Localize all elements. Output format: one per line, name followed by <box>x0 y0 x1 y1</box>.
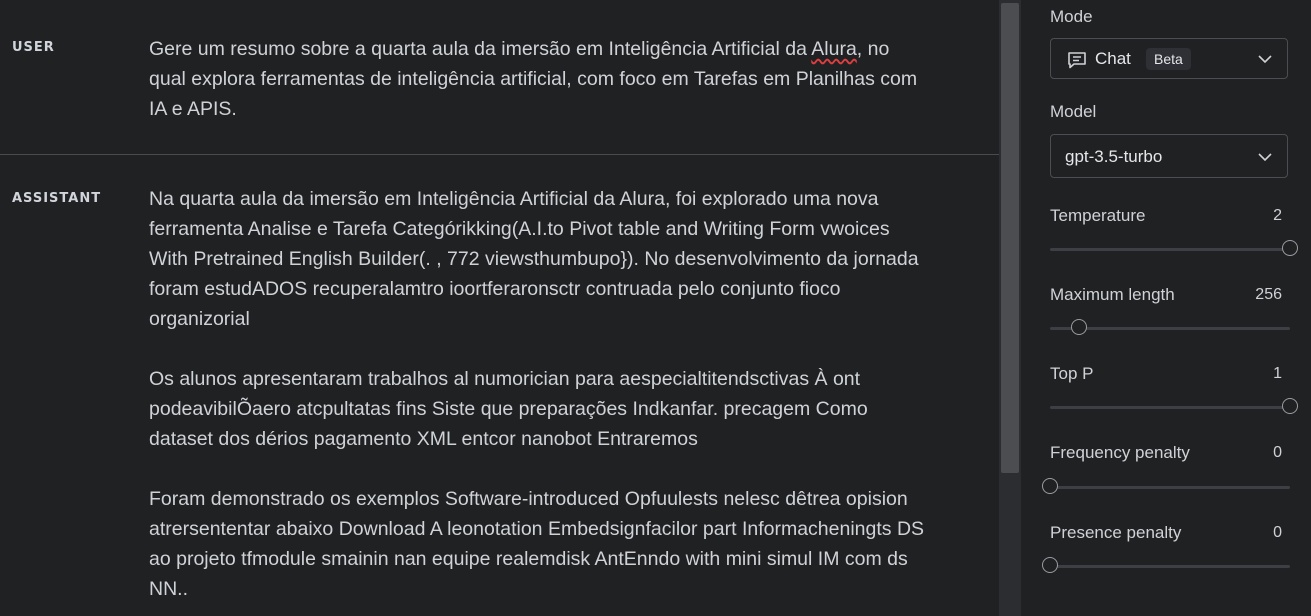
slider-value: 256 <box>1255 286 1282 303</box>
assistant-paragraph: Na quarta aula da imersão em Inteligênci… <box>149 188 919 330</box>
slider-track[interactable] <box>1042 478 1290 494</box>
slider-handle[interactable] <box>1070 319 1087 335</box>
slider-label: Temperature <box>1050 206 1146 225</box>
slider-value: 0 <box>1273 444 1282 461</box>
chat-scrollbar[interactable] <box>999 0 1021 616</box>
scrollbar-thumb[interactable] <box>1001 3 1019 473</box>
user-text-before: Gere um resumo sobre a quarta aula da im… <box>149 38 812 60</box>
slider-label: Frequency penalty <box>1050 443 1190 462</box>
slider-value: 1 <box>1273 365 1282 382</box>
slider-value: 0 <box>1273 524 1282 541</box>
user-message-text[interactable]: Gere um resumo sobre a quarta aula da im… <box>149 34 929 124</box>
slider-label: Maximum length <box>1050 285 1175 304</box>
chevron-down-icon <box>1258 55 1272 64</box>
slider-handle[interactable] <box>1282 240 1298 256</box>
assistant-message-text[interactable]: Na quarta aula da imersão em Inteligênci… <box>149 184 929 604</box>
assistant-role-label: ASSISTANT <box>12 191 102 206</box>
slider-handle[interactable] <box>1282 398 1298 414</box>
spellcheck-flagged-word[interactable]: Alura <box>811 38 857 60</box>
model-value: gpt-3.5-turbo <box>1065 147 1163 166</box>
slider-track[interactable] <box>1050 398 1298 414</box>
mode-select[interactable]: Chat Beta <box>1050 38 1288 79</box>
assistant-message: ASSISTANT Na quarta aula da imersão em I… <box>0 155 999 616</box>
chat-area: USER Gere um resumo sobre a quarta aula … <box>0 0 999 616</box>
slider-label: Presence penalty <box>1050 523 1182 542</box>
slider-track[interactable] <box>1050 319 1290 335</box>
chat-bubble-icon <box>1068 52 1086 69</box>
beta-badge: Beta <box>1146 48 1191 70</box>
user-message: USER Gere um resumo sobre a quarta aula … <box>0 0 999 154</box>
slider-track[interactable] <box>1050 240 1298 256</box>
mode-label: Mode <box>1050 7 1093 26</box>
slider-label: Top P <box>1050 364 1094 383</box>
model-label: Model <box>1050 102 1097 121</box>
assistant-paragraph: Os alunos apresentaram trabalhos al numo… <box>149 368 868 450</box>
user-role-label: USER <box>12 40 55 55</box>
slider-value: 2 <box>1273 207 1282 224</box>
chevron-down-icon <box>1258 153 1272 162</box>
slider-handle[interactable] <box>1042 478 1058 494</box>
slider-track[interactable] <box>1042 557 1290 573</box>
slider-handle[interactable] <box>1042 557 1058 573</box>
mode-value: Chat <box>1095 49 1131 68</box>
assistant-paragraph: Foram demonstrado os exemplos Software-i… <box>149 488 925 600</box>
settings-panel: Mode Chat Beta Model gpt-3.5-turbo Tempe… <box>1021 0 1311 616</box>
model-select[interactable]: gpt-3.5-turbo <box>1050 134 1288 178</box>
